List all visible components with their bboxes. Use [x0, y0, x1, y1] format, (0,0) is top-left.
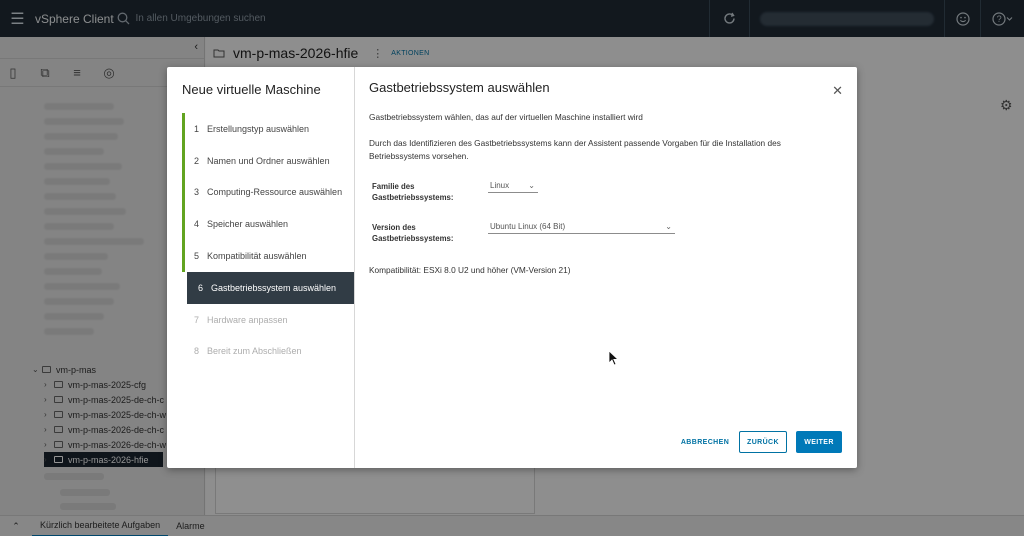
chevron-down-icon: ⌄: [528, 181, 535, 190]
wizard-step-6-active[interactable]: 6 Gastbetriebssystem auswählen: [187, 271, 354, 304]
step-number: 1: [194, 123, 200, 134]
os-version-label: Version des Gastbetriebssystems:: [372, 223, 454, 243]
step-number: 2: [194, 155, 200, 166]
os-version-select[interactable]: Ubuntu Linux (64 Bit) ⌄: [488, 220, 675, 234]
chevron-down-icon: ⌄: [665, 222, 672, 231]
page-info-text: Durch das Identifizieren des Gastbetrieb…: [369, 138, 781, 161]
wizard-step-1[interactable]: 1 Erstellungstyp auswählen: [182, 113, 354, 145]
step-number: 7: [194, 314, 200, 325]
step-number: 6: [198, 282, 204, 293]
cancel-button[interactable]: ABBRECHEN: [675, 431, 735, 453]
wizard-step-5[interactable]: 5 Kompatibilität auswählen: [182, 240, 354, 272]
new-vm-wizard-dialog: Neue virtuelle Maschine 1 Erstellungstyp …: [167, 67, 857, 468]
step-label: Erstellungstyp auswählen: [207, 123, 310, 134]
step-number: 5: [194, 251, 200, 262]
os-version-value: Ubuntu Linux (64 Bit): [490, 222, 566, 231]
step-label: Computing-Ressource auswählen: [207, 187, 343, 198]
back-button[interactable]: ZURÜCK: [739, 431, 787, 453]
wizard-content: Gastbetriebssystem auswählen ✕ Gastbetri…: [355, 67, 857, 468]
os-family-label: Familie des Gastbetriebssystems:: [372, 182, 454, 202]
compatibility-text: Kompatibilität: ESXi 8.0 U2 und höher (V…: [369, 265, 571, 275]
wizard-step-3[interactable]: 3 Computing-Ressource auswählen: [182, 176, 354, 209]
step-label: Namen und Ordner auswählen: [207, 155, 330, 166]
step-label: Speicher auswählen: [207, 219, 289, 230]
page-description: Gastbetriebssystem wählen, das auf der v…: [369, 112, 643, 122]
step-number: 3: [194, 187, 200, 198]
wizard-page-heading: Gastbetriebssystem auswählen: [369, 80, 550, 95]
wizard-step-4[interactable]: 4 Speicher auswählen: [182, 208, 354, 240]
os-family-value: Linux: [490, 181, 510, 190]
close-icon[interactable]: ✕: [832, 83, 843, 99]
step-label: Kompatibilität auswählen: [207, 251, 307, 262]
step-label: Hardware anpassen: [207, 314, 288, 325]
step-number: 4: [194, 219, 200, 230]
wizard-title: Neue virtuelle Maschine: [182, 82, 321, 97]
step-label: Gastbetriebssystem auswählen: [211, 282, 337, 293]
next-button[interactable]: WEITER: [796, 431, 842, 453]
wizard-steps: 1 Erstellungstyp auswählen 2 Namen und Ord…: [182, 113, 354, 367]
step-number: 8: [194, 346, 200, 357]
wizard-step-7: 7 Hardware anpassen: [182, 304, 354, 336]
step-label: Bereit zum Abschließen: [207, 346, 302, 357]
wizard-step-nav: Neue virtuelle Maschine 1 Erstellungstyp …: [167, 67, 355, 468]
wizard-step-8: 8 Bereit zum Abschließen: [182, 336, 354, 368]
os-family-select[interactable]: Linux ⌄: [488, 179, 538, 193]
mouse-cursor-icon: [608, 350, 620, 369]
wizard-step-2[interactable]: 2 Namen und Ordner auswählen: [182, 144, 354, 177]
